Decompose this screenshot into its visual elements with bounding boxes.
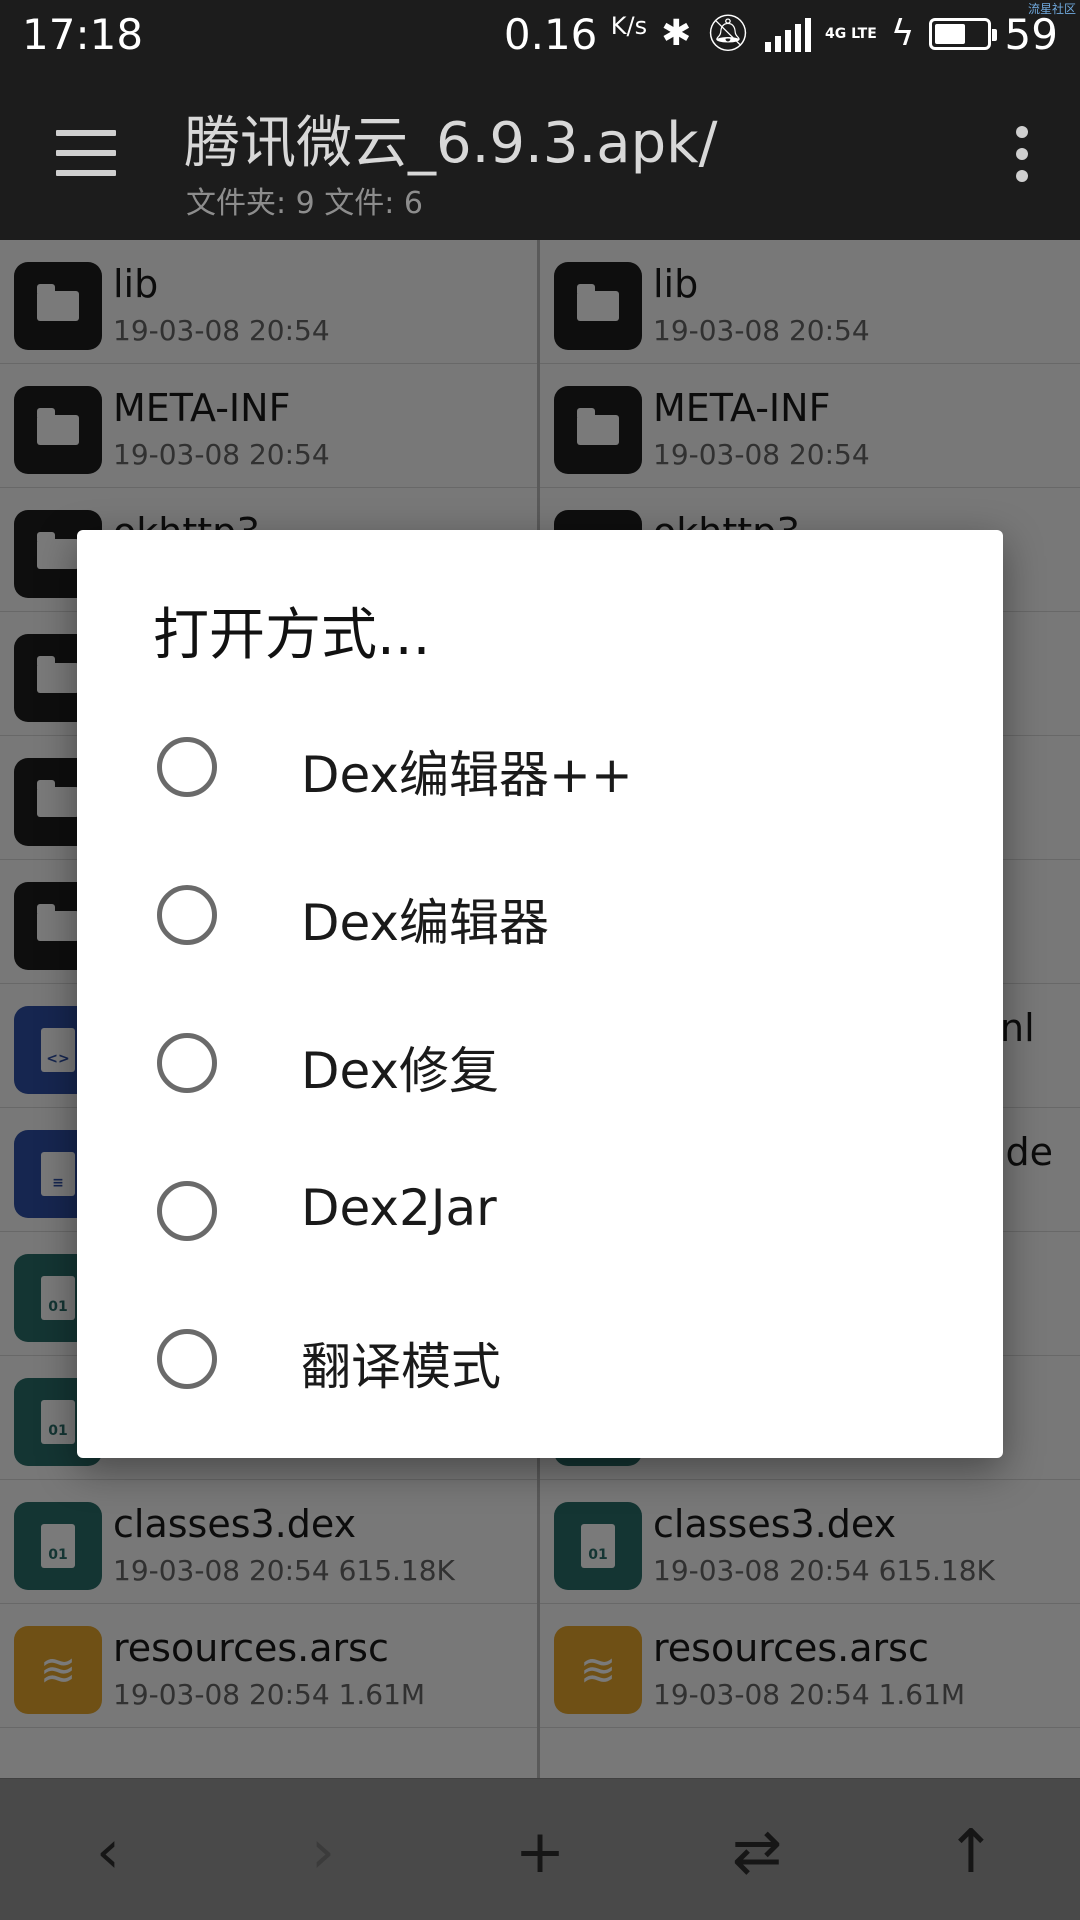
app-toolbar: 腾讯微云_6.9.3.apk/ 文件夹: 9 文件: 6 bbox=[0, 68, 1080, 240]
signal-icon bbox=[764, 16, 811, 52]
radio-button[interactable] bbox=[157, 885, 217, 945]
option-label: Dex编辑器 bbox=[301, 894, 549, 952]
status-bar: 17:18 0.16 K/s ✱ 🔕︎ 4G LTE ϟ 59 流星社区 bbox=[0, 0, 1080, 68]
status-icons: 0.16 K/s ✱ 🔕︎ 4G LTE ϟ 59 bbox=[504, 10, 1058, 59]
open-with-dialog: 打开方式... Dex编辑器++ Dex编辑器 Dex修复 Dex2Jar 翻译模式 bbox=[77, 530, 1003, 1458]
more-options-icon[interactable] bbox=[1016, 126, 1032, 182]
dialog-option[interactable]: 翻译模式 bbox=[77, 1285, 1003, 1433]
watermark: 流星社区 bbox=[1027, 2, 1076, 16]
option-label: Dex2Jar bbox=[301, 1179, 497, 1237]
network-type: 4G LTE bbox=[824, 26, 877, 42]
network-speed: 0.16 K/s bbox=[503, 9, 648, 59]
app-screen: 17:18 0.16 K/s ✱ 🔕︎ 4G LTE ϟ 59 流星社区 腾讯微… bbox=[0, 0, 1080, 1920]
page-title: 腾讯微云_6.9.3.apk/ bbox=[184, 111, 718, 176]
dialog-title: 打开方式... bbox=[153, 603, 431, 668]
battery-icon bbox=[928, 18, 997, 50]
mute-icon: 🔕︎ bbox=[705, 13, 751, 54]
dialog-option[interactable]: Dex编辑器++ bbox=[77, 693, 1003, 841]
dialog-option[interactable]: Dex修复 bbox=[77, 989, 1003, 1137]
option-label: Dex修复 bbox=[301, 1042, 499, 1100]
option-label: Dex编辑器++ bbox=[301, 746, 633, 804]
bluetooth-icon: ✱ bbox=[661, 13, 692, 54]
network-speed-unit: K/s bbox=[610, 11, 648, 40]
status-time: 17:18 bbox=[22, 9, 144, 59]
dialog-option[interactable]: Dex2Jar bbox=[77, 1137, 1003, 1285]
option-label: 翻译模式 bbox=[301, 1338, 501, 1396]
charging-icon: ϟ bbox=[890, 13, 915, 54]
radio-button[interactable] bbox=[157, 1033, 217, 1093]
menu-icon[interactable] bbox=[56, 130, 116, 176]
dialog-option[interactable]: Dex编辑器 bbox=[77, 841, 1003, 989]
radio-button[interactable] bbox=[157, 1181, 217, 1241]
battery-fill bbox=[934, 24, 966, 44]
radio-button[interactable] bbox=[157, 1329, 217, 1389]
radio-button[interactable] bbox=[157, 737, 217, 797]
page-subtitle: 文件夹: 9 文件: 6 bbox=[186, 186, 423, 221]
